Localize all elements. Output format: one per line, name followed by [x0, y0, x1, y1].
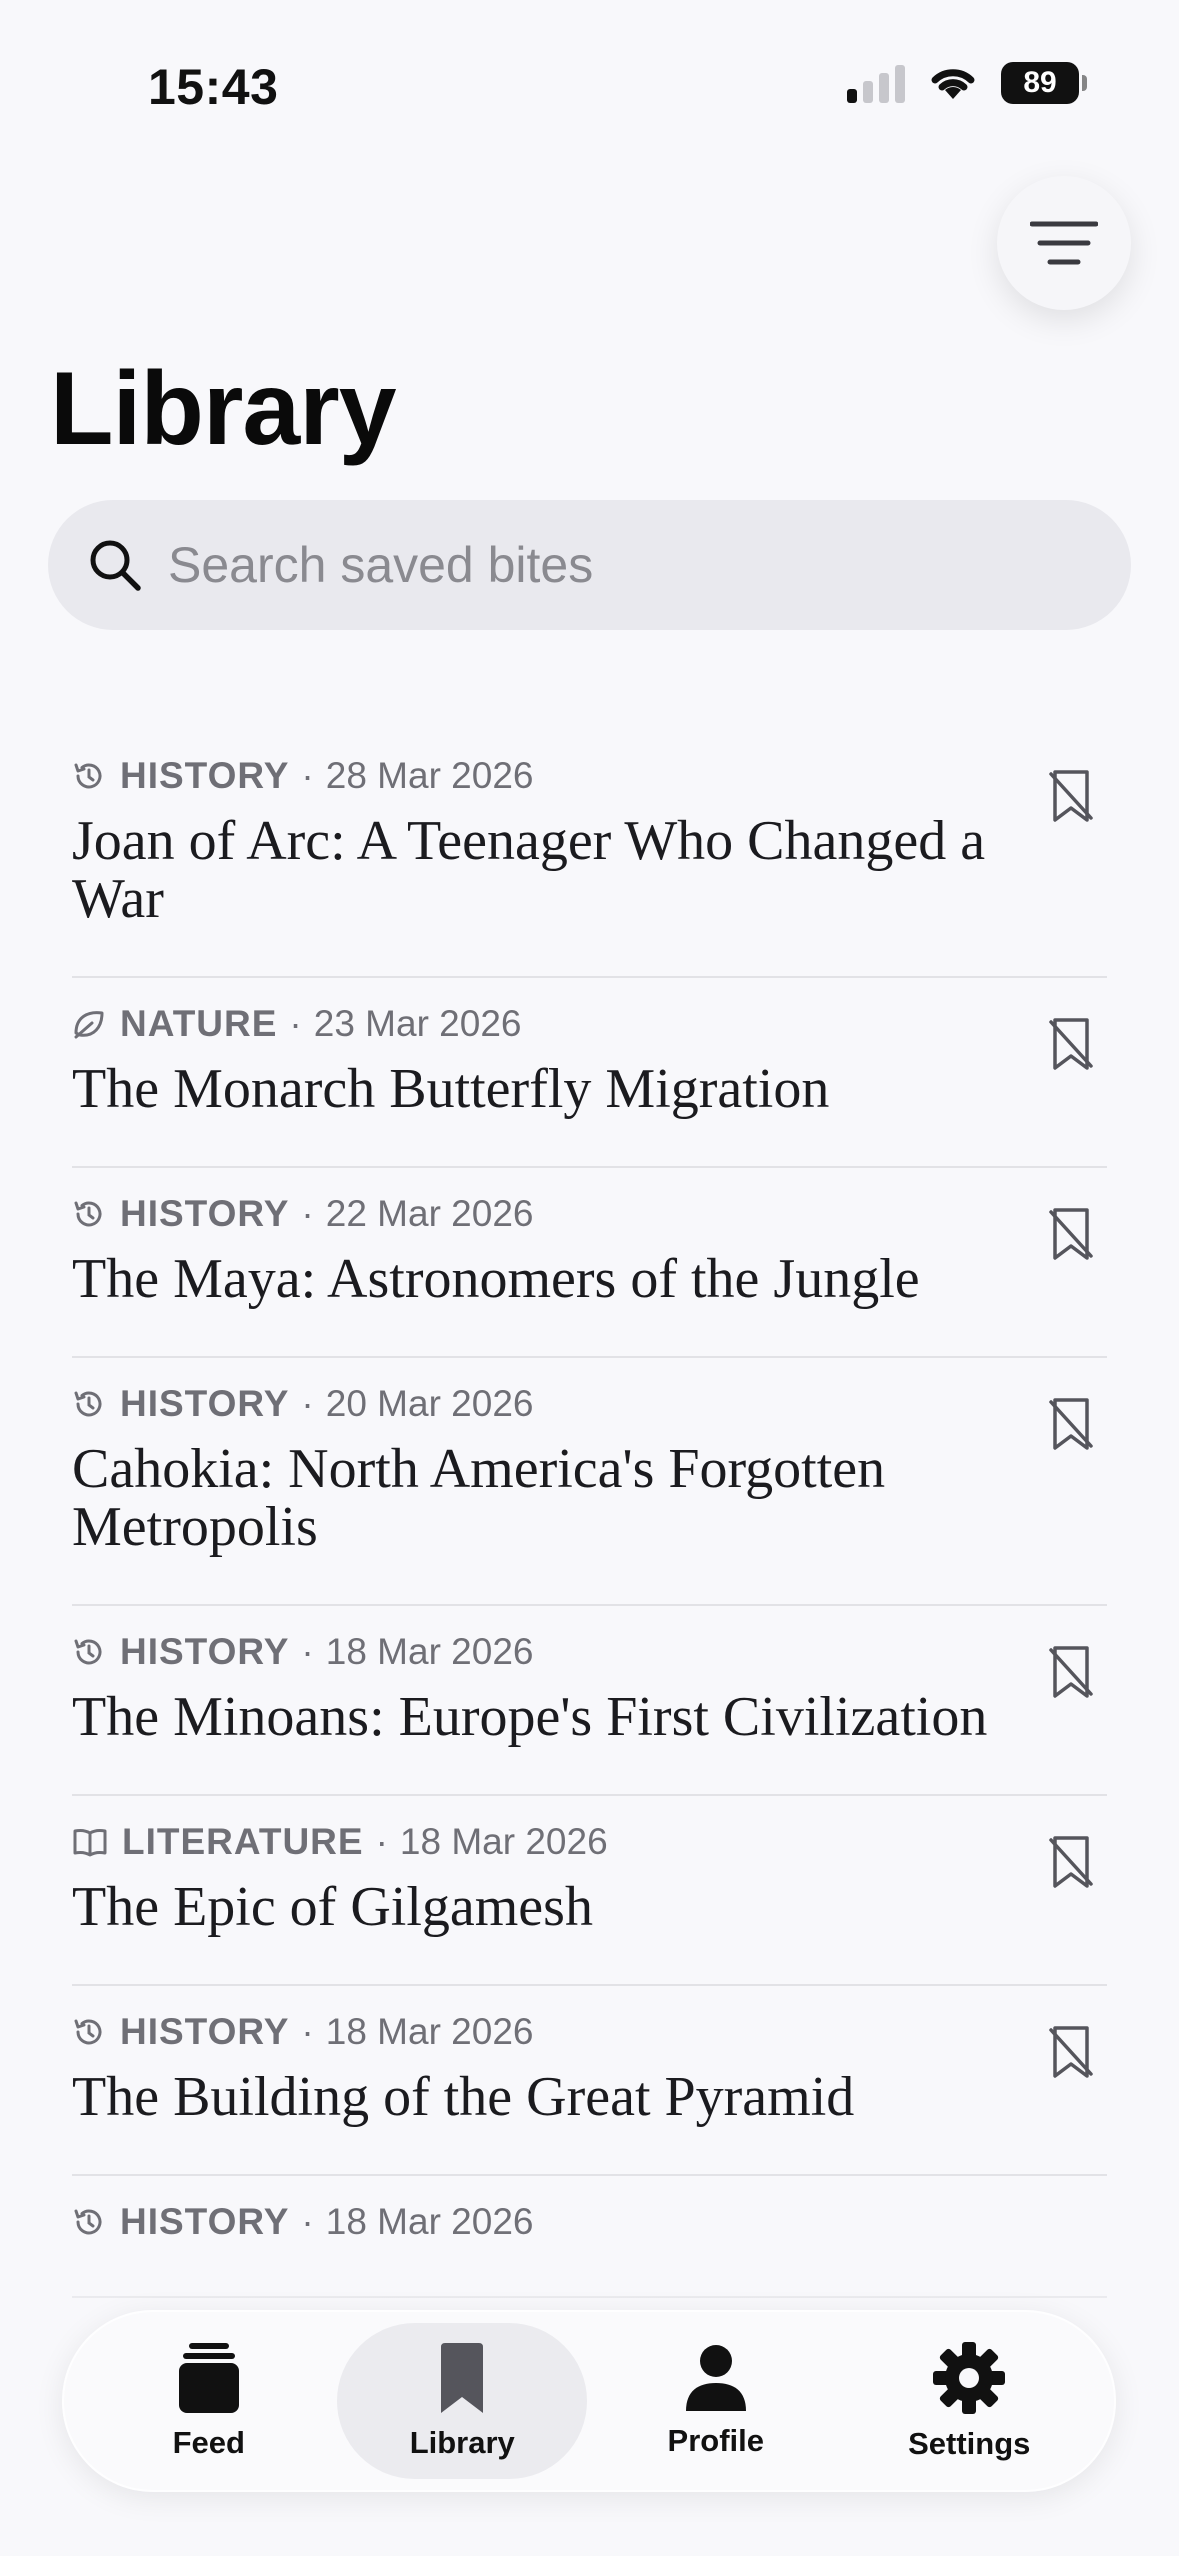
battery-indicator: 89: [1001, 62, 1087, 104]
person-icon: [685, 2345, 746, 2411]
item-category: HISTORY: [120, 1193, 290, 1234]
unsave-bookmark-icon[interactable]: [1047, 768, 1095, 824]
filter-button[interactable]: [997, 176, 1131, 310]
item-title: The Minoans: Europe's First Civilization: [72, 1686, 988, 1748]
search-icon: [90, 540, 141, 591]
wifi-icon: [931, 69, 975, 99]
list-item[interactable]: HISTORY · 18 Mar 2026 The Building of the…: [72, 1986, 1107, 2176]
status-time: 15:43: [148, 59, 279, 115]
item-meta: NATURE · 23 Mar 2026: [72, 998, 1107, 1050]
list-item[interactable]: HISTORY · 18 Mar 2026 The Minoans: Europe…: [72, 1606, 1107, 1796]
item-title: Joan of Arc: A Teenager Who Changed a Wa…: [72, 810, 986, 930]
history-icon: [74, 2019, 102, 2045]
item-category: HISTORY: [120, 2011, 290, 2052]
item-date: 23 Mar 2026: [313, 1003, 522, 1044]
tab-profile[interactable]: Profile: [591, 2323, 841, 2479]
item-category: HISTORY: [120, 755, 290, 796]
status-indicators: 89: [847, 62, 1087, 104]
cellular-signal-icon: [847, 63, 905, 103]
gear-icon: [933, 2342, 1006, 2414]
history-icon: [74, 1201, 102, 1227]
tab-library[interactable]: Library: [337, 2323, 588, 2479]
item-meta: HISTORY · 20 Mar 2026: [72, 1378, 1107, 1430]
tab-label: Feed: [172, 2425, 245, 2460]
page-title: Library: [50, 351, 397, 467]
unsave-bookmark-icon[interactable]: [1047, 1206, 1095, 1262]
item-title: The Monarch Butterfly Migration: [72, 1058, 830, 1120]
history-icon: [74, 1391, 102, 1417]
item-date: 28 Mar 2026: [325, 755, 534, 796]
item-category: HISTORY: [120, 1631, 290, 1672]
unsave-bookmark-icon[interactable]: [1047, 1644, 1095, 1700]
tab-feed[interactable]: Feed: [84, 2323, 334, 2479]
item-category: NATURE: [120, 1003, 278, 1044]
item-meta: HISTORY · 18 Mar 2026: [72, 2006, 1107, 2058]
list-item[interactable]: HISTORY · 22 Mar 2026 The Maya: Astronome…: [72, 1168, 1107, 1358]
battery-level: 89: [1023, 66, 1057, 99]
item-meta: LITERATURE · 18 Mar 2026: [72, 1816, 1107, 1868]
item-title: The Building of the Great Pyramid: [72, 2066, 855, 2128]
item-category: HISTORY: [120, 1383, 290, 1424]
unsave-bookmark-icon[interactable]: [1047, 2024, 1095, 2080]
history-icon: [74, 763, 102, 789]
search-bar[interactable]: [48, 500, 1131, 630]
feed-icon: [178, 2343, 239, 2413]
item-date: 20 Mar 2026: [325, 1383, 534, 1424]
item-category: LITERATURE: [122, 1821, 364, 1862]
tab-label: Settings: [908, 2426, 1031, 2461]
item-title: The Epic of Gilgamesh: [72, 1876, 593, 1938]
item-meta: HISTORY · 28 Mar 2026: [72, 750, 1107, 802]
book-icon: [73, 1828, 107, 1857]
unsave-bookmark-icon[interactable]: [1047, 1834, 1095, 1890]
unsave-bookmark-icon[interactable]: [1047, 1016, 1095, 1072]
item-date: 18 Mar 2026: [325, 2011, 534, 2052]
filter-icon: [1030, 221, 1098, 265]
item-title: The Maya: Astronomers of the Jungle: [72, 1248, 920, 1310]
item-date: 18 Mar 2026: [325, 1631, 534, 1672]
tab-settings[interactable]: Settings: [844, 2323, 1094, 2479]
library-screen: 15:43 89 Library Search saved bites HIST…: [0, 0, 1179, 2556]
tab-label: Library: [409, 2425, 515, 2460]
saved-bites-list: HISTORY · 28 Mar 2026 Joan of Arc: A Teen…: [72, 730, 1107, 2298]
item-title: Cahokia: North America's Forgotten Metro…: [72, 1438, 886, 1558]
bookmark-icon: [441, 2343, 484, 2413]
item-meta: HISTORY · 18 Mar 2026: [72, 1626, 1107, 1678]
list-item[interactable]: HISTORY · 20 Mar 2026 Cahokia: North Amer…: [72, 1358, 1107, 1606]
search-input[interactable]: [168, 536, 1068, 594]
item-date: 22 Mar 2026: [325, 1193, 534, 1234]
item-date: 18 Mar 2026: [399, 1821, 608, 1862]
unsave-bookmark-icon[interactable]: [1047, 1396, 1095, 1452]
list-item[interactable]: NATURE · 23 Mar 2026 The Monarch Butterfl…: [72, 978, 1107, 1168]
list-item[interactable]: HISTORY · 28 Mar 2026 Joan of Arc: A Teen…: [72, 730, 1107, 978]
tab-bar: Feed Library Profile Settings: [62, 2310, 1116, 2492]
history-icon: [74, 1639, 102, 1665]
leaf-icon: [74, 1011, 104, 1039]
list-item[interactable]: LITERATURE · 18 Mar 2026 The Epic of Gilg…: [72, 1796, 1107, 1986]
item-meta: HISTORY · 22 Mar 2026: [72, 1188, 1107, 1240]
tab-label: Profile: [667, 2423, 764, 2458]
